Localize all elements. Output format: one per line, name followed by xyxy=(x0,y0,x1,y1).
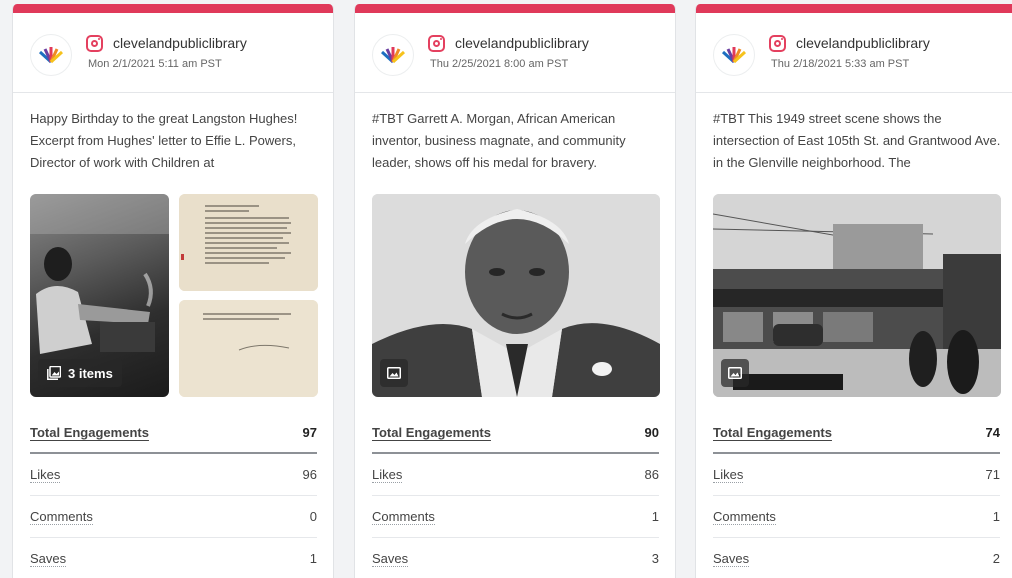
saves-value: 1 xyxy=(309,551,317,566)
post-card[interactable]: clevelandpubliclibrary Mon 2/1/2021 5:11… xyxy=(12,4,334,578)
saves-label[interactable]: Saves xyxy=(372,551,409,567)
engagement-stats: Total Engagements 90 Likes 86 Comments 1… xyxy=(372,412,659,578)
comments-value: 1 xyxy=(651,509,659,524)
library-logo-icon xyxy=(721,47,747,64)
total-engagements-label[interactable]: Total Engagements xyxy=(372,425,491,440)
account-handle[interactable]: clevelandpubliclibrary xyxy=(796,35,930,51)
post-card[interactable]: clevelandpubliclibrary Thu 2/18/2021 5:3… xyxy=(695,4,1012,578)
avatar[interactable] xyxy=(30,34,72,76)
post-header: clevelandpubliclibrary Thu 2/18/2021 5:3… xyxy=(696,13,1012,93)
image-icon xyxy=(728,367,742,379)
stat-row-saves: Saves 1 xyxy=(30,538,317,578)
comments-label[interactable]: Comments xyxy=(372,509,435,525)
image-icon xyxy=(387,367,401,379)
stat-row-likes: Likes 71 xyxy=(713,454,1000,496)
carousel-image-letter-2[interactable] xyxy=(179,300,318,397)
carousel-image-portrait[interactable]: 3 items xyxy=(30,194,169,397)
carousel-count-badge: 3 items xyxy=(38,359,122,387)
post-header: clevelandpubliclibrary Thu 2/25/2021 8:0… xyxy=(355,13,675,93)
stat-row-total: Total Engagements 97 xyxy=(30,412,317,454)
card-accent-bar xyxy=(696,4,1012,13)
post-caption: #TBT Garrett A. Morgan, African American… xyxy=(372,111,626,170)
post-header: clevelandpubliclibrary Mon 2/1/2021 5:11… xyxy=(13,13,333,93)
stat-row-comments: Comments 1 xyxy=(372,496,659,538)
comments-label[interactable]: Comments xyxy=(713,509,776,525)
likes-label[interactable]: Likes xyxy=(372,467,403,483)
stat-row-saves: Saves 3 xyxy=(372,538,659,578)
total-engagements-label[interactable]: Total Engagements xyxy=(713,425,832,440)
card-accent-bar xyxy=(13,4,333,13)
stat-row-total: Total Engagements 74 xyxy=(713,412,1000,454)
likes-value: 86 xyxy=(644,467,659,482)
post-caption: #TBT This 1949 street scene shows the in… xyxy=(713,111,1001,170)
instagram-icon xyxy=(769,35,786,52)
image-type-badge xyxy=(721,359,749,387)
likes-label[interactable]: Likes xyxy=(713,467,744,483)
comments-label[interactable]: Comments xyxy=(30,509,93,525)
saves-value: 3 xyxy=(651,551,659,566)
avatar[interactable] xyxy=(372,34,414,76)
stat-row-saves: Saves 2 xyxy=(713,538,1000,578)
street-scene-photo[interactable] xyxy=(713,194,1001,397)
engagement-stats: Total Engagements 74 Likes 71 Comments 1… xyxy=(713,412,1000,578)
account-handle[interactable]: clevelandpubliclibrary xyxy=(455,35,589,51)
engagement-stats: Total Engagements 97 Likes 96 Comments 0… xyxy=(30,412,317,578)
total-engagements-value: 90 xyxy=(644,424,659,440)
saves-label[interactable]: Saves xyxy=(713,551,750,567)
post-card[interactable]: clevelandpubliclibrary Thu 2/25/2021 8:0… xyxy=(354,4,676,578)
card-accent-bar xyxy=(355,4,675,13)
post-date: Mon 2/1/2021 5:11 am PST xyxy=(88,58,222,70)
stat-row-comments: Comments 1 xyxy=(713,496,1000,538)
post-media-image[interactable] xyxy=(372,194,660,397)
comments-value: 1 xyxy=(992,509,1000,524)
total-engagements-label[interactable]: Total Engagements xyxy=(30,425,149,440)
image-type-badge xyxy=(380,359,408,387)
portrait-photo[interactable] xyxy=(372,194,660,397)
total-engagements-value: 74 xyxy=(985,424,1000,440)
instagram-icon xyxy=(428,35,445,52)
post-date: Thu 2/18/2021 5:33 am PST xyxy=(771,58,910,70)
total-engagements-value: 97 xyxy=(302,424,317,440)
post-media-carousel[interactable]: 3 items xyxy=(30,194,318,397)
library-logo-icon xyxy=(380,47,406,64)
gallery-icon xyxy=(47,366,61,380)
library-logo-icon xyxy=(38,47,64,64)
carousel-count-label: 3 items xyxy=(68,365,113,381)
likes-label[interactable]: Likes xyxy=(30,467,61,483)
account-handle[interactable]: clevelandpubliclibrary xyxy=(113,35,247,51)
likes-value: 96 xyxy=(302,467,317,482)
instagram-icon xyxy=(86,35,103,52)
avatar[interactable] xyxy=(713,34,755,76)
stat-row-comments: Comments 0 xyxy=(30,496,317,538)
carousel-image-letter-1[interactable] xyxy=(179,194,318,291)
likes-value: 71 xyxy=(985,467,1000,482)
comments-value: 0 xyxy=(309,509,317,524)
saves-label[interactable]: Saves xyxy=(30,551,67,567)
post-caption: Happy Birthday to the great Langston Hug… xyxy=(30,108,320,174)
stat-row-total: Total Engagements 90 xyxy=(372,412,659,454)
stat-row-likes: Likes 86 xyxy=(372,454,659,496)
post-media-image[interactable] xyxy=(713,194,1001,397)
stat-row-likes: Likes 96 xyxy=(30,454,317,496)
saves-value: 2 xyxy=(992,551,1000,566)
post-date: Thu 2/25/2021 8:00 am PST xyxy=(430,58,569,70)
